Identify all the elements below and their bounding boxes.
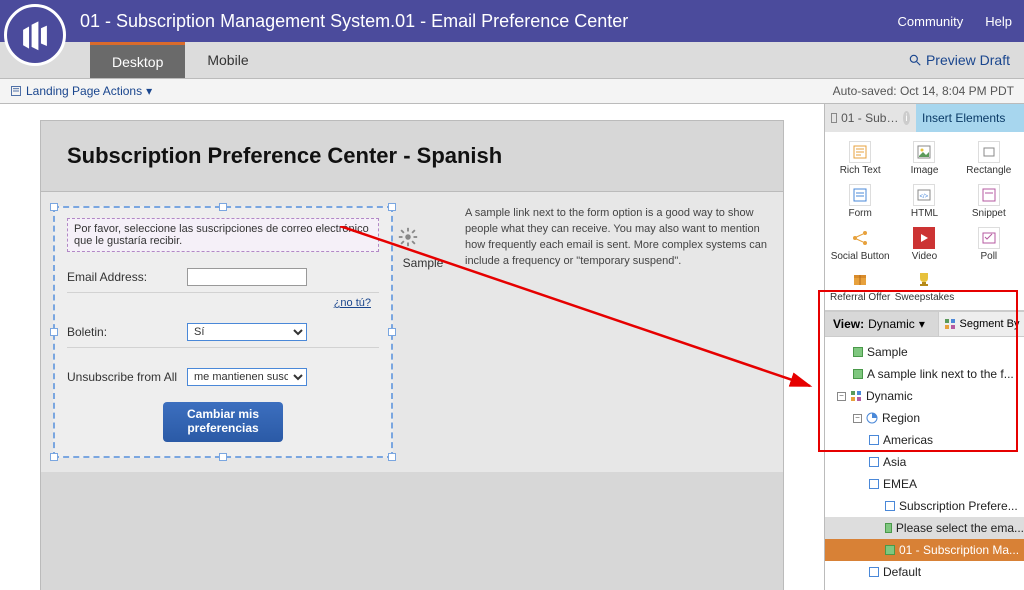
magnifier-icon — [908, 53, 922, 67]
gift-icon — [849, 268, 871, 290]
form-icon — [849, 184, 871, 206]
chevron-down-icon: ▾ — [919, 317, 925, 331]
page-title: 01 - Subscription Management System.01 -… — [80, 11, 876, 32]
form-block[interactable]: Por favor, seleccione las suscripciones … — [53, 206, 393, 458]
view-dropdown[interactable]: View: Dynamic ▾ — [825, 312, 938, 336]
intro-text: Por favor, seleccione las suscripciones … — [67, 218, 379, 252]
app-header: 01 - Subscription Management System.01 -… — [0, 0, 1024, 42]
segment-icon — [866, 412, 878, 424]
email-label: Email Address: — [67, 270, 187, 284]
element-richtext[interactable]: Rich Text — [829, 138, 891, 179]
preview-draft-button[interactable]: Preview Draft — [894, 42, 1024, 78]
element-video[interactable]: Video — [893, 224, 955, 265]
element-form[interactable]: Form — [829, 181, 891, 222]
image-icon — [913, 141, 935, 163]
segment-icon — [944, 318, 956, 330]
element-poll[interactable]: Poll — [958, 224, 1020, 265]
page-icon — [831, 113, 837, 123]
canvas[interactable]: Subscription Preference Center - Spanish… — [0, 104, 824, 590]
elements-palette: Rich Text Image Rectangle Form </>HTML S… — [825, 132, 1024, 311]
tree-default[interactable]: Default — [825, 561, 1024, 583]
not-you-link[interactable]: ¿no tú? — [334, 297, 371, 309]
unsubscribe-select[interactable]: me mantienen suscribi — [187, 368, 307, 386]
tree-emea[interactable]: EMEA — [825, 473, 1024, 495]
html-icon: </> — [913, 184, 935, 206]
share-icon — [849, 227, 871, 249]
tree-dynamic[interactable]: −Dynamic — [825, 385, 1024, 407]
snippet-icon — [978, 184, 1000, 206]
tree-region[interactable]: −Region — [825, 407, 1024, 429]
segment-by-button[interactable]: Segment By — [938, 312, 1024, 336]
tree-sub-pref[interactable]: Subscription Prefere... — [825, 495, 1024, 517]
element-snippet[interactable]: Snippet — [958, 181, 1020, 222]
tip-text: A sample link next to the form option is… — [453, 206, 783, 458]
action-bar: Landing Page Actions ▾ Auto-saved: Oct 1… — [0, 78, 1024, 104]
element-tree: Sample A sample link next to the f... −D… — [825, 337, 1024, 590]
boletin-select[interactable]: Sí — [187, 323, 307, 341]
tree-sample-link[interactable]: A sample link next to the f... — [825, 363, 1024, 385]
element-sweepstakes[interactable]: Sweepstakes — [893, 265, 955, 306]
autosave-status: Auto-saved: Oct 14, 8:04 PM PDT — [833, 84, 1014, 98]
email-input[interactable] — [187, 268, 307, 286]
logo — [4, 4, 66, 66]
element-html[interactable]: </>HTML — [893, 181, 955, 222]
rail-tab-insert[interactable]: Insert Elements — [916, 104, 1024, 132]
element-social[interactable]: Social Button — [829, 224, 891, 265]
info-icon[interactable]: i — [903, 111, 910, 125]
community-link[interactable]: Community — [898, 14, 964, 29]
chevron-down-icon: ▾ — [146, 84, 152, 98]
rail-tab-page[interactable]: 01 - Subscription M... i — [825, 104, 916, 132]
view-tabs: Desktop Mobile Preview Draft — [0, 42, 1024, 78]
tree-sample[interactable]: Sample — [825, 341, 1024, 363]
element-referral[interactable]: Referral Offer — [829, 265, 891, 306]
unsubscribe-label: Unsubscribe from All — [67, 370, 187, 384]
tab-desktop[interactable]: Desktop — [90, 42, 185, 78]
richtext-icon — [849, 141, 871, 163]
video-icon — [913, 227, 935, 249]
dynamic-icon — [850, 390, 862, 402]
rectangle-icon — [978, 141, 1000, 163]
trophy-icon — [913, 268, 935, 290]
poll-icon — [978, 227, 1000, 249]
element-image[interactable]: Image — [893, 138, 955, 179]
marketo-logo-icon — [18, 18, 52, 52]
svg-text:</>: </> — [920, 194, 929, 200]
page-icon — [10, 85, 22, 97]
submit-button[interactable]: Cambiar mis preferencias — [163, 402, 283, 442]
landing-page-actions-dropdown[interactable]: Landing Page Actions ▾ — [10, 84, 152, 98]
tree-please-select[interactable]: Please select the ema... — [825, 517, 1024, 539]
gear-icon[interactable] — [397, 226, 419, 248]
tree-selected-item[interactable]: 01 - Subscription Ma... — [825, 539, 1024, 561]
element-rectangle[interactable]: Rectangle — [958, 138, 1020, 179]
tab-mobile[interactable]: Mobile — [185, 42, 270, 78]
tree-asia[interactable]: Asia — [825, 451, 1024, 473]
right-panel: 01 - Subscription M... i Insert Elements… — [824, 104, 1024, 590]
help-link[interactable]: Help — [985, 14, 1012, 29]
boletin-label: Boletin: — [67, 325, 187, 339]
canvas-title: Subscription Preference Center - Spanish — [67, 143, 757, 169]
tree-americas[interactable]: Americas — [825, 429, 1024, 451]
